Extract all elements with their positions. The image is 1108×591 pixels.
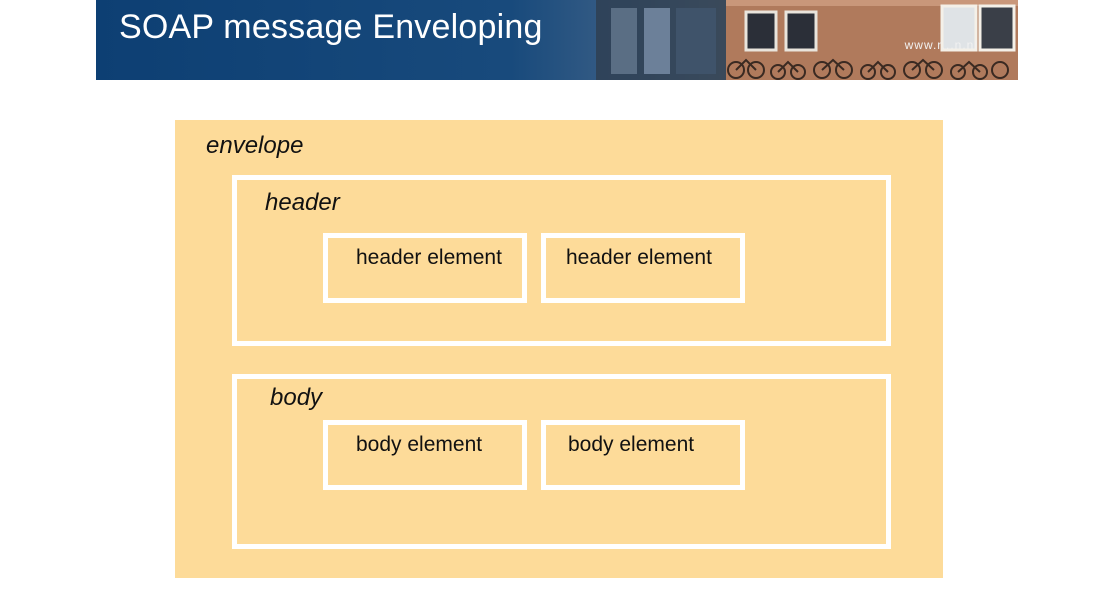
title-banner: SOAP message Enveloping www.r...n.nl [96,0,1018,80]
header-element-2-label: header element [566,246,712,269]
header-label: header [265,189,340,216]
header-element-1: header element [323,233,527,303]
body-label: body [270,384,323,411]
header-element-2: header element [541,233,745,303]
envelope-box: envelope header header element header el… [175,120,943,578]
envelope-label: envelope [206,132,304,159]
body-element-1-label: body element [356,433,483,456]
header-section: header header element header element [232,175,891,346]
body-element-1: body element [323,420,527,490]
body-element-2-label: body element [568,433,695,456]
body-element-2: body element [541,420,745,490]
slide-title: SOAP message Enveloping [119,8,543,46]
body-section: body body element body element [232,374,891,549]
header-element-1-label: header element [356,246,502,269]
banner-url-watermark: www.r...n.nl [904,38,978,52]
